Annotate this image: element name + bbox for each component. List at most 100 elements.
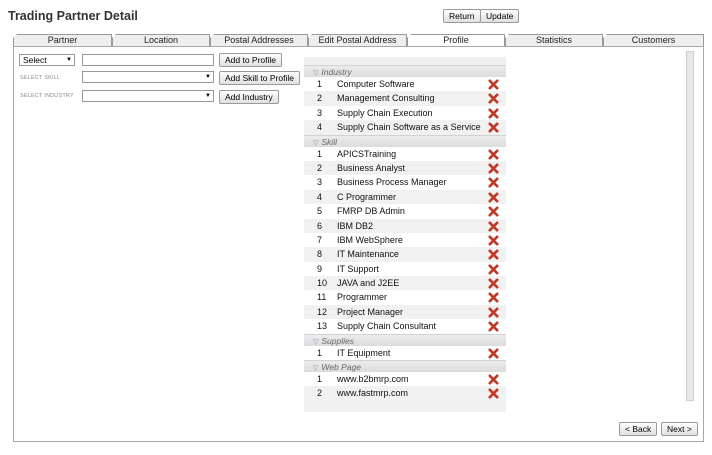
select-industry-label: SELECT INDUSTRY: [20, 93, 74, 99]
delete-x-icon[interactable]: [488, 348, 499, 359]
tab-statistics[interactable]: Statistics: [505, 34, 603, 46]
item-number: 3: [317, 107, 323, 118]
item-name: IT Support: [337, 263, 379, 274]
list-item: 3 Business Process Manager: [304, 175, 506, 190]
delete-x-icon[interactable]: [488, 278, 499, 289]
delete-x-icon[interactable]: [488, 220, 499, 232]
vertical-scrollbar[interactable]: [686, 51, 694, 401]
item-name: IBM DB2: [337, 220, 374, 231]
profile-value-input[interactable]: [82, 54, 214, 66]
tab-edit-postal-address[interactable]: Edit Postal Address: [308, 34, 407, 46]
back-button[interactable]: < Back: [619, 422, 658, 436]
list-item: 2 Business Analyst: [304, 160, 506, 176]
delete-x-icon[interactable]: [488, 249, 499, 260]
item-name: C Programmer: [337, 191, 397, 202]
list-item: 2 www.fastmrp.com: [304, 386, 506, 401]
item-number: 9: [317, 263, 323, 274]
list-item: 5 FMRP DB Admin: [304, 204, 506, 219]
delete-x-icon[interactable]: [488, 307, 499, 318]
delete-x-icon[interactable]: [488, 292, 499, 304]
item-number: 3: [317, 177, 323, 188]
tab-location[interactable]: Location: [112, 34, 210, 46]
item-name: Project Manager: [337, 306, 404, 317]
item-number: 5: [317, 206, 323, 217]
collapse-triangle-icon: ▽: [313, 365, 319, 373]
delete-x-icon[interactable]: [488, 374, 499, 385]
list-item: 13 Supply Chain Consultant: [304, 319, 506, 334]
item-number: 1: [317, 347, 323, 358]
group-title: Skill: [321, 136, 337, 147]
tab-label: Postal Addresses: [224, 35, 294, 45]
tab-postal-addresses[interactable]: Postal Addresses: [210, 34, 308, 46]
delete-x-icon[interactable]: [488, 93, 499, 104]
delete-x-icon[interactable]: [488, 108, 499, 119]
tab-customers[interactable]: Customers: [603, 34, 704, 46]
update-button[interactable]: Update: [480, 9, 520, 23]
tab-profile[interactable]: Profile: [407, 34, 505, 46]
list-item: 6 IBM DB2: [304, 218, 506, 233]
tab-label: Profile: [443, 35, 469, 45]
group-header-industry[interactable]: ▽ Industry: [304, 65, 506, 77]
item-number: 8: [317, 249, 323, 260]
delete-x-icon[interactable]: [488, 321, 499, 332]
item-number: 1: [317, 79, 323, 89]
industry-select[interactable]: ▼: [82, 90, 214, 102]
item-name: APICSTraining: [337, 148, 397, 159]
list-item: 10 JAVA and J2EE: [304, 276, 506, 291]
delete-x-icon[interactable]: [488, 79, 499, 90]
list-item: 4 Supply Chain Software as a Service: [304, 120, 506, 135]
item-number: 11: [317, 292, 327, 303]
next-button[interactable]: Next >: [661, 422, 698, 436]
skill-select[interactable]: ▼: [82, 71, 214, 83]
group-title: Web Page: [321, 362, 361, 373]
tab-partner[interactable]: Partner: [13, 34, 112, 46]
delete-x-icon[interactable]: [488, 235, 499, 246]
add-industry-button[interactable]: Add Industry: [219, 90, 279, 104]
item-name: Supply Chain Consultant: [337, 321, 437, 332]
list-item: 9 IT Support: [304, 261, 506, 277]
tab-bar: Partner Location Postal Addresses Edit P…: [13, 34, 704, 46]
item-name: Supply Chain Execution: [337, 107, 433, 118]
item-name: JAVA and J2EE: [337, 278, 400, 289]
list-item: 7 IBM WebSphere: [304, 232, 506, 248]
group-header-web-page[interactable]: ▽ Web Page: [304, 360, 506, 373]
delete-x-icon[interactable]: [488, 163, 499, 174]
list-item: 11 Programmer: [304, 290, 506, 305]
delete-x-icon[interactable]: [488, 122, 499, 133]
item-number: 12: [317, 306, 328, 317]
item-name: Computer Software: [337, 79, 415, 89]
tab-label: Partner: [47, 35, 78, 45]
delete-x-icon[interactable]: [488, 206, 499, 217]
collapse-triangle-icon: ▽: [313, 139, 319, 147]
delete-x-icon[interactable]: [488, 149, 499, 160]
group-header-supplies[interactable]: ▽ Supplies: [304, 333, 506, 346]
profile-type-value: Select: [23, 55, 47, 65]
item-number: 2: [317, 388, 323, 399]
item-number: 4: [317, 191, 323, 202]
list-item: 8 IT Maintenance: [304, 247, 506, 262]
item-name: Business Process Manager: [337, 177, 447, 188]
item-name: www.fastmrp.com: [337, 388, 409, 399]
return-button[interactable]: Return: [443, 9, 481, 23]
group-header-skill[interactable]: ▽ Skill: [304, 134, 506, 147]
delete-x-icon[interactable]: [488, 192, 499, 203]
delete-x-icon[interactable]: [488, 388, 499, 399]
profile-type-select[interactable]: Select ▼: [19, 54, 75, 66]
group-title: Industry: [321, 67, 352, 77]
delete-x-icon[interactable]: [488, 264, 499, 275]
add-skill-button[interactable]: Add Skill to Profile: [219, 71, 300, 85]
list-item: 1 Computer Software: [304, 77, 506, 92]
item-number: 4: [317, 122, 323, 133]
list-item: 4 C Programmer: [304, 189, 506, 205]
dropdown-arrow-icon: ▼: [205, 93, 211, 99]
tab-label: Edit Postal Address: [318, 35, 397, 45]
list-item: 3 Supply Chain Execution: [304, 105, 506, 121]
item-name: Supply Chain Software as a Service: [337, 122, 481, 133]
item-number: 10: [317, 278, 328, 289]
item-name: IBM WebSphere: [337, 234, 403, 245]
tab-label: Statistics: [535, 35, 572, 45]
add-to-profile-button[interactable]: Add to Profile: [219, 53, 283, 67]
list-item: 1 www.b2bmrp.com: [304, 372, 506, 387]
delete-x-icon[interactable]: [488, 177, 499, 188]
dropdown-arrow-icon: ▼: [205, 74, 211, 80]
